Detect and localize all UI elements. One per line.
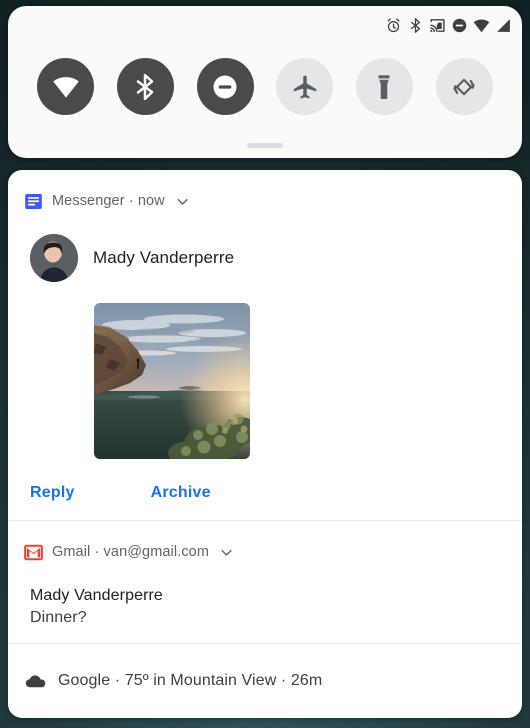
avatar (30, 234, 78, 282)
auto-rotate-icon (453, 78, 475, 95)
do-not-disturb-icon (451, 17, 468, 34)
drag-handle[interactable] (247, 143, 283, 148)
bluetooth-icon (137, 73, 154, 100)
bluetooth-icon (407, 17, 424, 34)
notification-list: Messenger · now Mady Vanderperre Reply A… (8, 170, 522, 718)
notification-actions: Reply Archive (24, 459, 506, 506)
auto-rotate-tile[interactable] (435, 58, 493, 115)
archive-button[interactable]: Archive (151, 480, 227, 506)
alarm-icon (385, 17, 402, 34)
quick-settings-panel (8, 6, 522, 158)
notification-app-label: Gmail · van@gmail.com (52, 544, 210, 560)
message-image[interactable] (94, 303, 250, 459)
notification-header[interactable]: Gmail · van@gmail.com (24, 521, 506, 571)
flashlight-tile[interactable] (355, 58, 413, 115)
wifi-tile[interactable] (37, 58, 95, 115)
wifi-icon (53, 76, 79, 98)
cast-icon (429, 17, 446, 34)
flashlight-icon (378, 74, 390, 99)
cloud-icon (24, 670, 47, 693)
notification-title: Mady Vanderperre (30, 587, 163, 604)
wifi-icon (473, 17, 490, 34)
notification-messenger[interactable]: Messenger · now Mady Vanderperre Reply A… (8, 170, 522, 520)
airplane-mode-tile[interactable] (276, 58, 334, 115)
message-sender-name: Mady Vanderperre (93, 248, 235, 267)
cellular-signal-icon (495, 17, 512, 34)
gmail-icon (24, 543, 43, 562)
notification-app-label: Messenger · now (52, 193, 165, 209)
notification-header[interactable]: Messenger · now (24, 170, 506, 220)
notification-google[interactable]: Google · 75º in Mountain View · 26m (8, 643, 522, 718)
notification-gmail[interactable]: Gmail · van@gmail.com Mady Vanderperre D… (8, 520, 522, 643)
airplane-icon (293, 75, 317, 98)
notification-body: Dinner? (30, 609, 87, 626)
message-sender-row: Mady Vanderperre (24, 220, 506, 282)
do-not-disturb-tile[interactable] (196, 58, 254, 115)
reply-button[interactable]: Reply (30, 480, 91, 506)
chevron-down-icon[interactable] (175, 194, 190, 209)
chevron-down-icon[interactable] (219, 545, 234, 560)
android-notification-shade: Messenger · now Mady Vanderperre Reply A… (0, 0, 530, 728)
notification-header[interactable]: Google · 75º in Mountain View · 26m (24, 644, 506, 702)
do-not-disturb-icon (213, 75, 237, 98)
bluetooth-tile[interactable] (116, 58, 174, 115)
status-bar (385, 14, 512, 36)
quick-settings-tiles (8, 58, 522, 115)
notification-app-label: Google · 75º in Mountain View · 26m (58, 672, 323, 689)
messenger-icon (24, 192, 43, 211)
